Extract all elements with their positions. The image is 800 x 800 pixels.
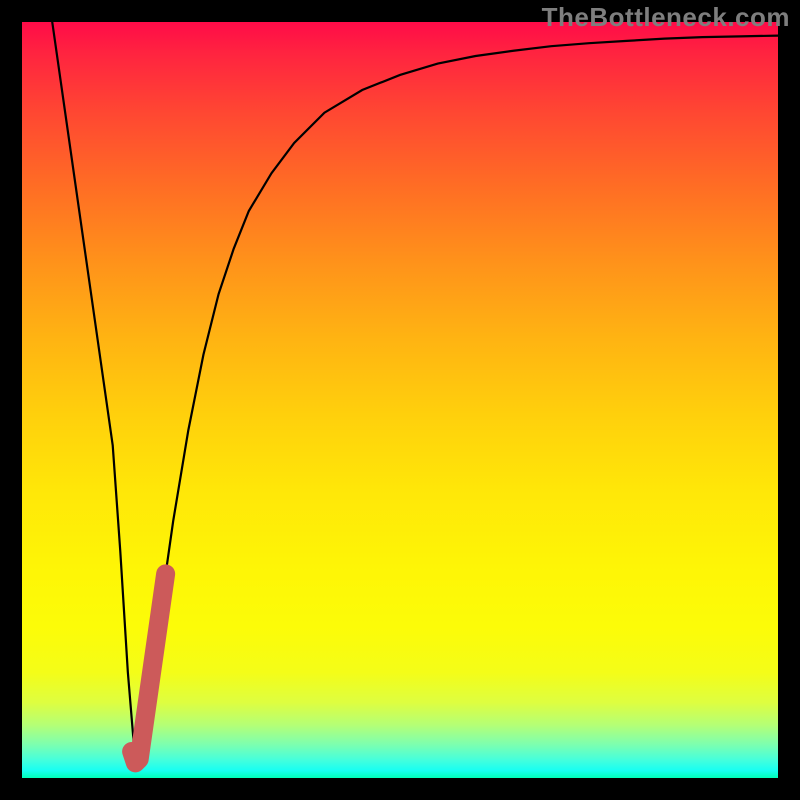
watermark-text: TheBottleneck.com xyxy=(542,2,790,33)
plot-area xyxy=(22,22,778,778)
chart-frame: TheBottleneck.com xyxy=(0,0,800,800)
curve-layer xyxy=(22,22,778,778)
highlight-j-segment xyxy=(132,574,166,763)
